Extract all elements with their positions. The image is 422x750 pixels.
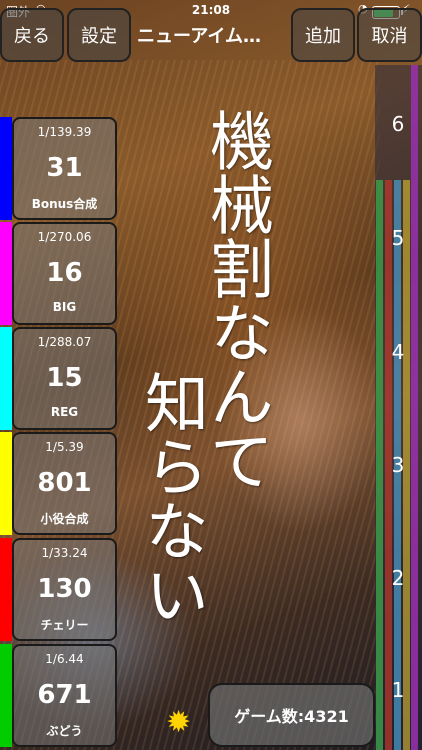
counter-row-big[interactable]: 1/270.06 16 BIG [0, 222, 117, 325]
counter-card[interactable]: 1/288.07 15 REG [12, 327, 117, 430]
probability-text: 1/139.39 [37, 125, 92, 139]
cancel-button[interactable]: 取消 [357, 8, 422, 62]
count-value: 130 [37, 574, 92, 604]
counter-label: REG [50, 405, 79, 419]
count-value: 31 [46, 153, 83, 183]
counter-label: BIG [52, 300, 77, 314]
probability-text: 1/288.07 [37, 335, 92, 349]
probability-text: 1/5.39 [45, 440, 84, 454]
counter-label: チェリー [40, 618, 89, 632]
count-value: 16 [46, 258, 83, 288]
probability-text: 1/33.24 [41, 546, 88, 560]
counter-label: 小役合成 [40, 512, 89, 526]
setting-label-3[interactable]: 3 [378, 453, 418, 477]
row-color-stripe [0, 327, 12, 430]
row-color-stripe [0, 644, 12, 747]
counter-row-reg[interactable]: 1/288.07 15 REG [0, 327, 117, 430]
back-button[interactable]: 戻る [0, 8, 64, 62]
setting-label-1[interactable]: 1 [378, 678, 418, 702]
counter-row-grape[interactable]: 1/6.44 671 ぶどう [0, 644, 117, 747]
calligraphy-line-2: なんて [199, 300, 273, 492]
counter-row-small-roles[interactable]: 1/5.39 801 小役合成 [0, 432, 117, 535]
counter-row-bonus[interactable]: 1/139.39 31 Bonus合成 [0, 117, 117, 220]
row-color-stripe [0, 222, 12, 325]
setting-label-5[interactable]: 5 [378, 226, 418, 250]
sun-icon[interactable]: ✹ [166, 708, 191, 738]
row-color-stripe [0, 432, 12, 535]
counter-label: Bonus合成 [31, 197, 98, 211]
setting-bar-purple [411, 65, 418, 750]
row-color-stripe [0, 117, 12, 220]
setting-label-4[interactable]: 4 [378, 340, 418, 364]
calligraphy-line-3: 知らない [134, 370, 208, 626]
counter-card[interactable]: 1/5.39 801 小役合成 [12, 432, 117, 535]
page-title: ニューアイム… [137, 26, 262, 47]
probability-text: 1/6.44 [45, 652, 84, 666]
probability-text: 1/270.06 [37, 230, 92, 244]
count-value: 15 [46, 363, 83, 393]
counter-card[interactable]: 1/6.44 671 ぶどう [12, 644, 117, 747]
setting-label-2[interactable]: 2 [378, 566, 418, 590]
counter-card[interactable]: 1/33.24 130 チェリー [12, 538, 117, 641]
settings-button[interactable]: 設定 [67, 8, 131, 62]
setting-label-6[interactable]: 6 [378, 112, 418, 136]
counter-label: ぶどう [46, 724, 83, 738]
row-color-stripe [0, 538, 12, 641]
counter-card[interactable]: 1/139.39 31 Bonus合成 [12, 117, 117, 220]
nav-bar: 戻る 設定 ニューアイム… 追加 取消 [0, 8, 422, 64]
count-value: 801 [37, 468, 92, 498]
calligraphy-line-1: 機械割 [199, 108, 273, 300]
counter-row-cherry[interactable]: 1/33.24 130 チェリー [0, 538, 117, 641]
game-count-display[interactable]: ゲーム数:4321 [208, 683, 375, 747]
counter-card[interactable]: 1/270.06 16 BIG [12, 222, 117, 325]
count-value: 671 [37, 680, 92, 710]
add-button[interactable]: 追加 [291, 8, 355, 62]
